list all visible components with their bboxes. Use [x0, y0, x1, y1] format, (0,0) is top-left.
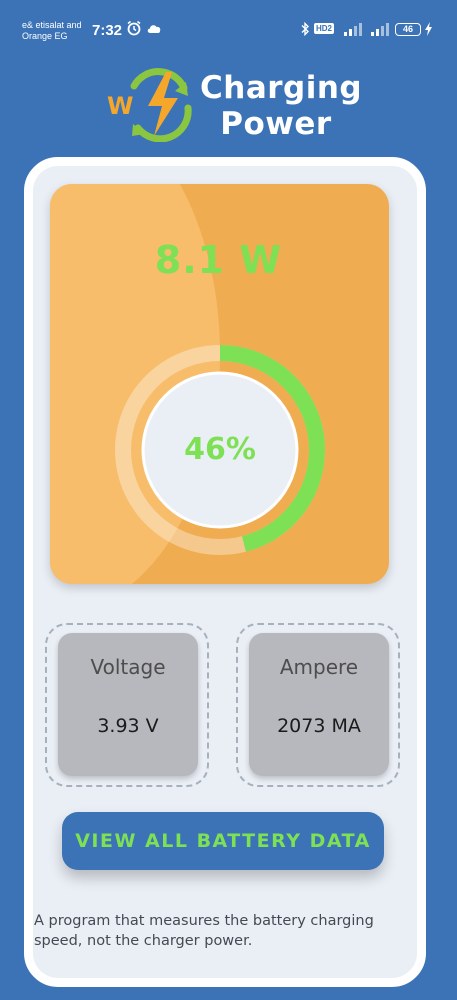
carrier-line-2: Orange EG — [22, 31, 68, 41]
voltage-card: Voltage 3.93 V — [58, 633, 198, 776]
view-all-battery-data-button[interactable]: VIEW ALL BATTERY DATA — [62, 812, 384, 870]
alarm-icon — [127, 20, 141, 36]
cloud-message-icon — [147, 25, 161, 33]
app-title: Charging Power — [200, 70, 363, 142]
ampere-label: Ampere — [279, 655, 359, 679]
signal-icon — [344, 23, 362, 36]
carrier-line-1: e& etisalat and — [22, 20, 82, 30]
app-title-line-2: Power — [220, 106, 332, 142]
charging-power-logo-icon: W — [107, 68, 192, 142]
signal-icon — [371, 23, 389, 36]
battery-icon: 46 — [395, 23, 421, 36]
ampere-value: 2073 MA — [277, 715, 361, 737]
hd-voice-badge: HD2 — [314, 23, 335, 34]
charging-watts: 8.1 W — [154, 238, 283, 282]
logo-letter: W — [107, 92, 133, 120]
ampere-card: Ampere 2073 MA — [249, 633, 389, 776]
footer-note: A program that measures the battery char… — [34, 913, 374, 949]
carrier-name: e& etisalat and Orange EG — [22, 20, 92, 42]
status-bar: e& etisalat and Orange EG 7:32 HD2 46 — [0, 0, 457, 48]
app-title-line-1: Charging — [200, 70, 363, 106]
bluetooth-icon — [301, 22, 309, 36]
charging-bolt-icon — [425, 22, 432, 36]
voltage-value: 3.93 V — [97, 715, 159, 737]
voltage-label: Voltage — [90, 655, 166, 679]
battery-percent: 46% — [184, 432, 256, 467]
status-time: 7:32 — [92, 22, 123, 39]
